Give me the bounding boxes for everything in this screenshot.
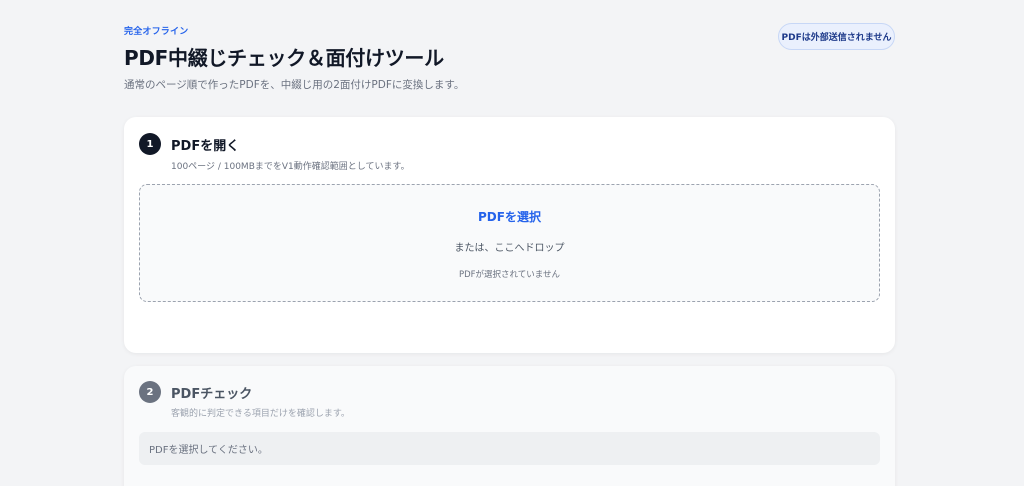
step-title: PDFチェック (171, 387, 253, 402)
page-title: PDF中綴じチェック＆面付けツール (124, 46, 444, 70)
file-status: PDFが選択されていません (458, 270, 561, 280)
select-pdf-button[interactable]: PDFを選択 (140, 208, 879, 225)
step-number-badge: 1 (139, 133, 161, 155)
offline-badge: PDFは外部送信されません (778, 23, 895, 50)
page-subtitle: 通常のページ順で作ったPDFを、中綴じ用の2面付けPDFに変換します。 (124, 79, 465, 91)
pdf-dropzone[interactable]: PDFを選択 または、ここへドロップ PDFが選択されていません (139, 184, 880, 302)
step-description: 100ページ / 100MBまでをV1動作確認範囲としています。 (171, 162, 410, 172)
step-number-badge: 2 (139, 381, 161, 403)
step-open-pdf-card: 1 PDFを開く 100ページ / 100MBまでをV1動作確認範囲としています… (124, 117, 895, 353)
drop-hint: または、ここへドロップ (454, 243, 565, 254)
eyebrow-label: 完全オフライン (124, 27, 189, 37)
check-status-message: PDFを選択してください。 (139, 432, 880, 465)
step-pdf-check-card: 2 PDFチェック 客観的に判定できる項目だけを確認します。 PDFを選択してく… (124, 366, 895, 486)
step-description: 客観的に判定できる項目だけを確認します。 (171, 409, 350, 419)
step-title: PDFを開く (171, 139, 240, 154)
